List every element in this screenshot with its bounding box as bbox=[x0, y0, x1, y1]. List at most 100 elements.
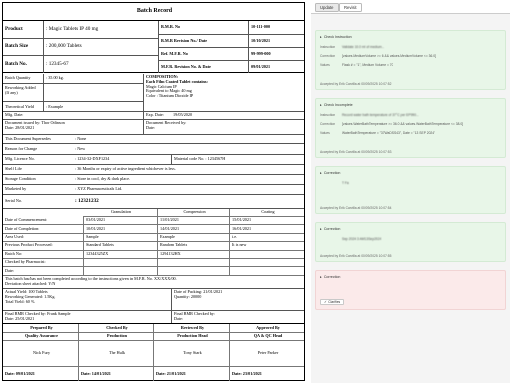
review-card: ▸ Correction ✓ Clarifies bbox=[315, 270, 506, 310]
composition-line-3: Color : Titanium Dioxide IP bbox=[146, 93, 194, 99]
stage-row-label: Area Used: bbox=[3, 234, 83, 243]
signoff-table: Prepared By Checked By Reviewed By Appro… bbox=[3, 324, 304, 381]
mfr-revision-value: 09/01/2021 bbox=[248, 60, 304, 73]
card-field-value: Record water bath temperature of 37°C pe… bbox=[342, 113, 419, 117]
reason-value: : New bbox=[75, 145, 86, 151]
card-field: Correction [values.WaterBathTemperature >… bbox=[320, 122, 501, 126]
stage-header-coating: Coating bbox=[229, 209, 304, 217]
chevron-right-icon[interactable]: ▸ bbox=[320, 275, 322, 279]
card-field-value: WaterBathTemperature = "37WaDSS43", Date… bbox=[342, 131, 436, 135]
card-accepted-meta: Accepted by Erik Carvilla at 00/09/2025 … bbox=[320, 206, 392, 210]
stage-row-label: Date of Completion: bbox=[3, 225, 83, 234]
card-field: Instruction Record water bath temperature… bbox=[320, 113, 501, 117]
chevron-right-icon[interactable]: ▸ bbox=[320, 35, 322, 39]
card-field-value: [values.WaterBathTemperature >= 36.0 && … bbox=[342, 122, 464, 126]
chevron-right-icon[interactable]: ▸ bbox=[320, 171, 322, 175]
batch-no-value: : 12345-67 bbox=[43, 55, 158, 73]
yield-block: Actual Yield: 100 Tablets Reworking Gene… bbox=[3, 290, 143, 304]
yield-row: Actual Yield: 100 Tablets Reworking Gene… bbox=[3, 289, 304, 311]
composition-block: COMPOSITION: Each Film Coated Tablet con… bbox=[143, 74, 304, 112]
mfg-date-label: Mfg. Date: bbox=[5, 112, 24, 118]
card-field-key: Instruction bbox=[320, 113, 336, 117]
review-panel: Update Revisit ▸ Check Instruction Instruc… bbox=[311, 0, 510, 383]
stage-cell: 11/01/2021 bbox=[157, 217, 229, 226]
final-bmr-released-date: Date: bbox=[174, 315, 184, 321]
card-field-key: Values bbox=[320, 131, 330, 135]
reason-label: Reason for Change bbox=[5, 145, 38, 151]
stage-cell: 16/01/2021 bbox=[229, 225, 304, 234]
signoff-date-checked: Date: 14/01/2021 bbox=[78, 367, 153, 381]
mfg-exp-row: Mfg. Date: Exp. Date: 19/05/2020 bbox=[3, 112, 304, 120]
card-header: ▸ Check Instruction bbox=[320, 35, 352, 39]
stages-table: Granulation Compression Coating Date of … bbox=[3, 209, 304, 276]
marketed-label: Marketed by bbox=[5, 186, 27, 192]
batch-record-document: Batch Record Product : Magic Tablets IP … bbox=[2, 2, 305, 381]
stage-header-granulation: Granulation bbox=[83, 209, 157, 217]
mfg-licence-value: : 1234-32-DXF1234 bbox=[75, 156, 110, 162]
card-header: ▸ Correction bbox=[320, 275, 340, 279]
check-icon: ✓ bbox=[324, 300, 327, 304]
signoff-date-reviewed: Date: 21/01/2021 bbox=[153, 367, 229, 381]
stage-cell bbox=[83, 259, 157, 268]
signoff-name-checked: The Hulk bbox=[78, 341, 153, 367]
stage-cell: 12344325ZX bbox=[83, 250, 157, 259]
tab-revisit[interactable]: Revisit bbox=[339, 3, 362, 12]
shelf-life-row: Shelf Life : 36 Months or expiry of acti… bbox=[3, 165, 304, 175]
clarify-button-label: Clarifies bbox=[328, 300, 341, 304]
batch-quantity-value: : 35.00 kg. bbox=[43, 74, 143, 83]
supersedes-label: This Document Supersedes bbox=[5, 135, 51, 141]
document-received-date: Date: bbox=[146, 124, 156, 130]
packing-block: Date of Packing: 21/01/2021 Quantity: 20… bbox=[171, 289, 304, 310]
completion-note-row: This batch has/has not been completed ac… bbox=[3, 276, 304, 289]
batch-no-label: Batch No. bbox=[3, 55, 43, 73]
stage-cell: 14/01/2021 bbox=[157, 225, 229, 234]
signoff-name-reviewed: Tony Stark bbox=[153, 341, 229, 367]
stage-cell bbox=[229, 259, 304, 268]
document-received-block: Document Received by: Date: bbox=[143, 120, 304, 134]
card-field: Values Flask # = "1", Medium Volume = 70 bbox=[320, 63, 501, 67]
stage-cell: Sample bbox=[83, 233, 157, 243]
stage-cell: 03/01/2021 bbox=[83, 217, 157, 226]
header-info-block: Product : Magic Tablets IP 40 mg Batch S… bbox=[3, 21, 304, 73]
tab-update[interactable]: Update bbox=[315, 3, 339, 12]
panel-tabs: Update Revisit bbox=[311, 0, 510, 14]
stage-cell bbox=[157, 259, 229, 268]
serial-value: : 12321232 bbox=[75, 197, 99, 204]
chevron-right-icon[interactable]: ▸ bbox=[320, 227, 322, 231]
clarify-button[interactable]: ✓ Clarifies bbox=[320, 299, 345, 305]
bmr-revision-value: 10/10/2021 bbox=[248, 34, 304, 47]
signoff-name-prepared: Nick Fury bbox=[3, 341, 78, 367]
exp-date-value: 19/05/2020 bbox=[173, 112, 193, 118]
review-card: ▸ Check Incomplete Instruction Record water… bbox=[315, 98, 506, 158]
card-title: Correction bbox=[323, 227, 341, 231]
stage-row-label: Date of Commencement: bbox=[3, 217, 83, 226]
completion-note: This batch has/has not been completed ac… bbox=[3, 277, 304, 287]
card-field-value: Sep 2024 3 AM13Sep2024 bbox=[342, 237, 382, 241]
document-title: Batch Record bbox=[136, 8, 173, 15]
exp-date-label: Exp. Date: bbox=[143, 112, 173, 119]
stage-cell: 15/01/2021 bbox=[229, 217, 304, 226]
supersedes-value: : None bbox=[75, 135, 87, 141]
storage-row: Storage Condition : Store in cool, dry &… bbox=[3, 175, 304, 185]
signoff-dept-production-head: Production Head bbox=[153, 333, 229, 341]
card-field-key bbox=[320, 237, 342, 241]
card-title: Correction bbox=[323, 275, 341, 279]
card-field-key: Correction bbox=[320, 54, 336, 58]
signoff-header-checked: Checked By bbox=[78, 324, 153, 333]
review-card: ▸ Check Instruction Instruction Validate 10… bbox=[315, 30, 506, 90]
bmr-no-label: B.M.R. No bbox=[158, 21, 248, 34]
signoff-date-approved: Date: 23/01/2021 bbox=[229, 367, 304, 381]
theoretical-yield-label: Theoretical Yield bbox=[3, 101, 43, 112]
final-bmr-row: Final BMR Checked by: Frank Sample Date:… bbox=[3, 311, 304, 324]
ref-mfr-label: Ref. M.F.R. No bbox=[158, 47, 248, 60]
card-accepted-meta: Accepted by Erik Carvilla at 00/09/2025 … bbox=[320, 254, 392, 258]
chevron-right-icon[interactable]: ▸ bbox=[320, 103, 322, 107]
product-label: Product bbox=[5, 25, 23, 32]
document-title-row: Batch Record bbox=[3, 3, 304, 21]
ref-mfr-value: 99-999-000 bbox=[248, 47, 304, 60]
stage-cell bbox=[229, 267, 304, 276]
supersedes-row: This Document Supersedes : None bbox=[3, 135, 304, 144]
signoff-header-prepared: Prepared By bbox=[3, 324, 78, 333]
material-code: Material code No. : 1234567H bbox=[171, 155, 304, 164]
card-field-key: Correction bbox=[320, 122, 336, 126]
